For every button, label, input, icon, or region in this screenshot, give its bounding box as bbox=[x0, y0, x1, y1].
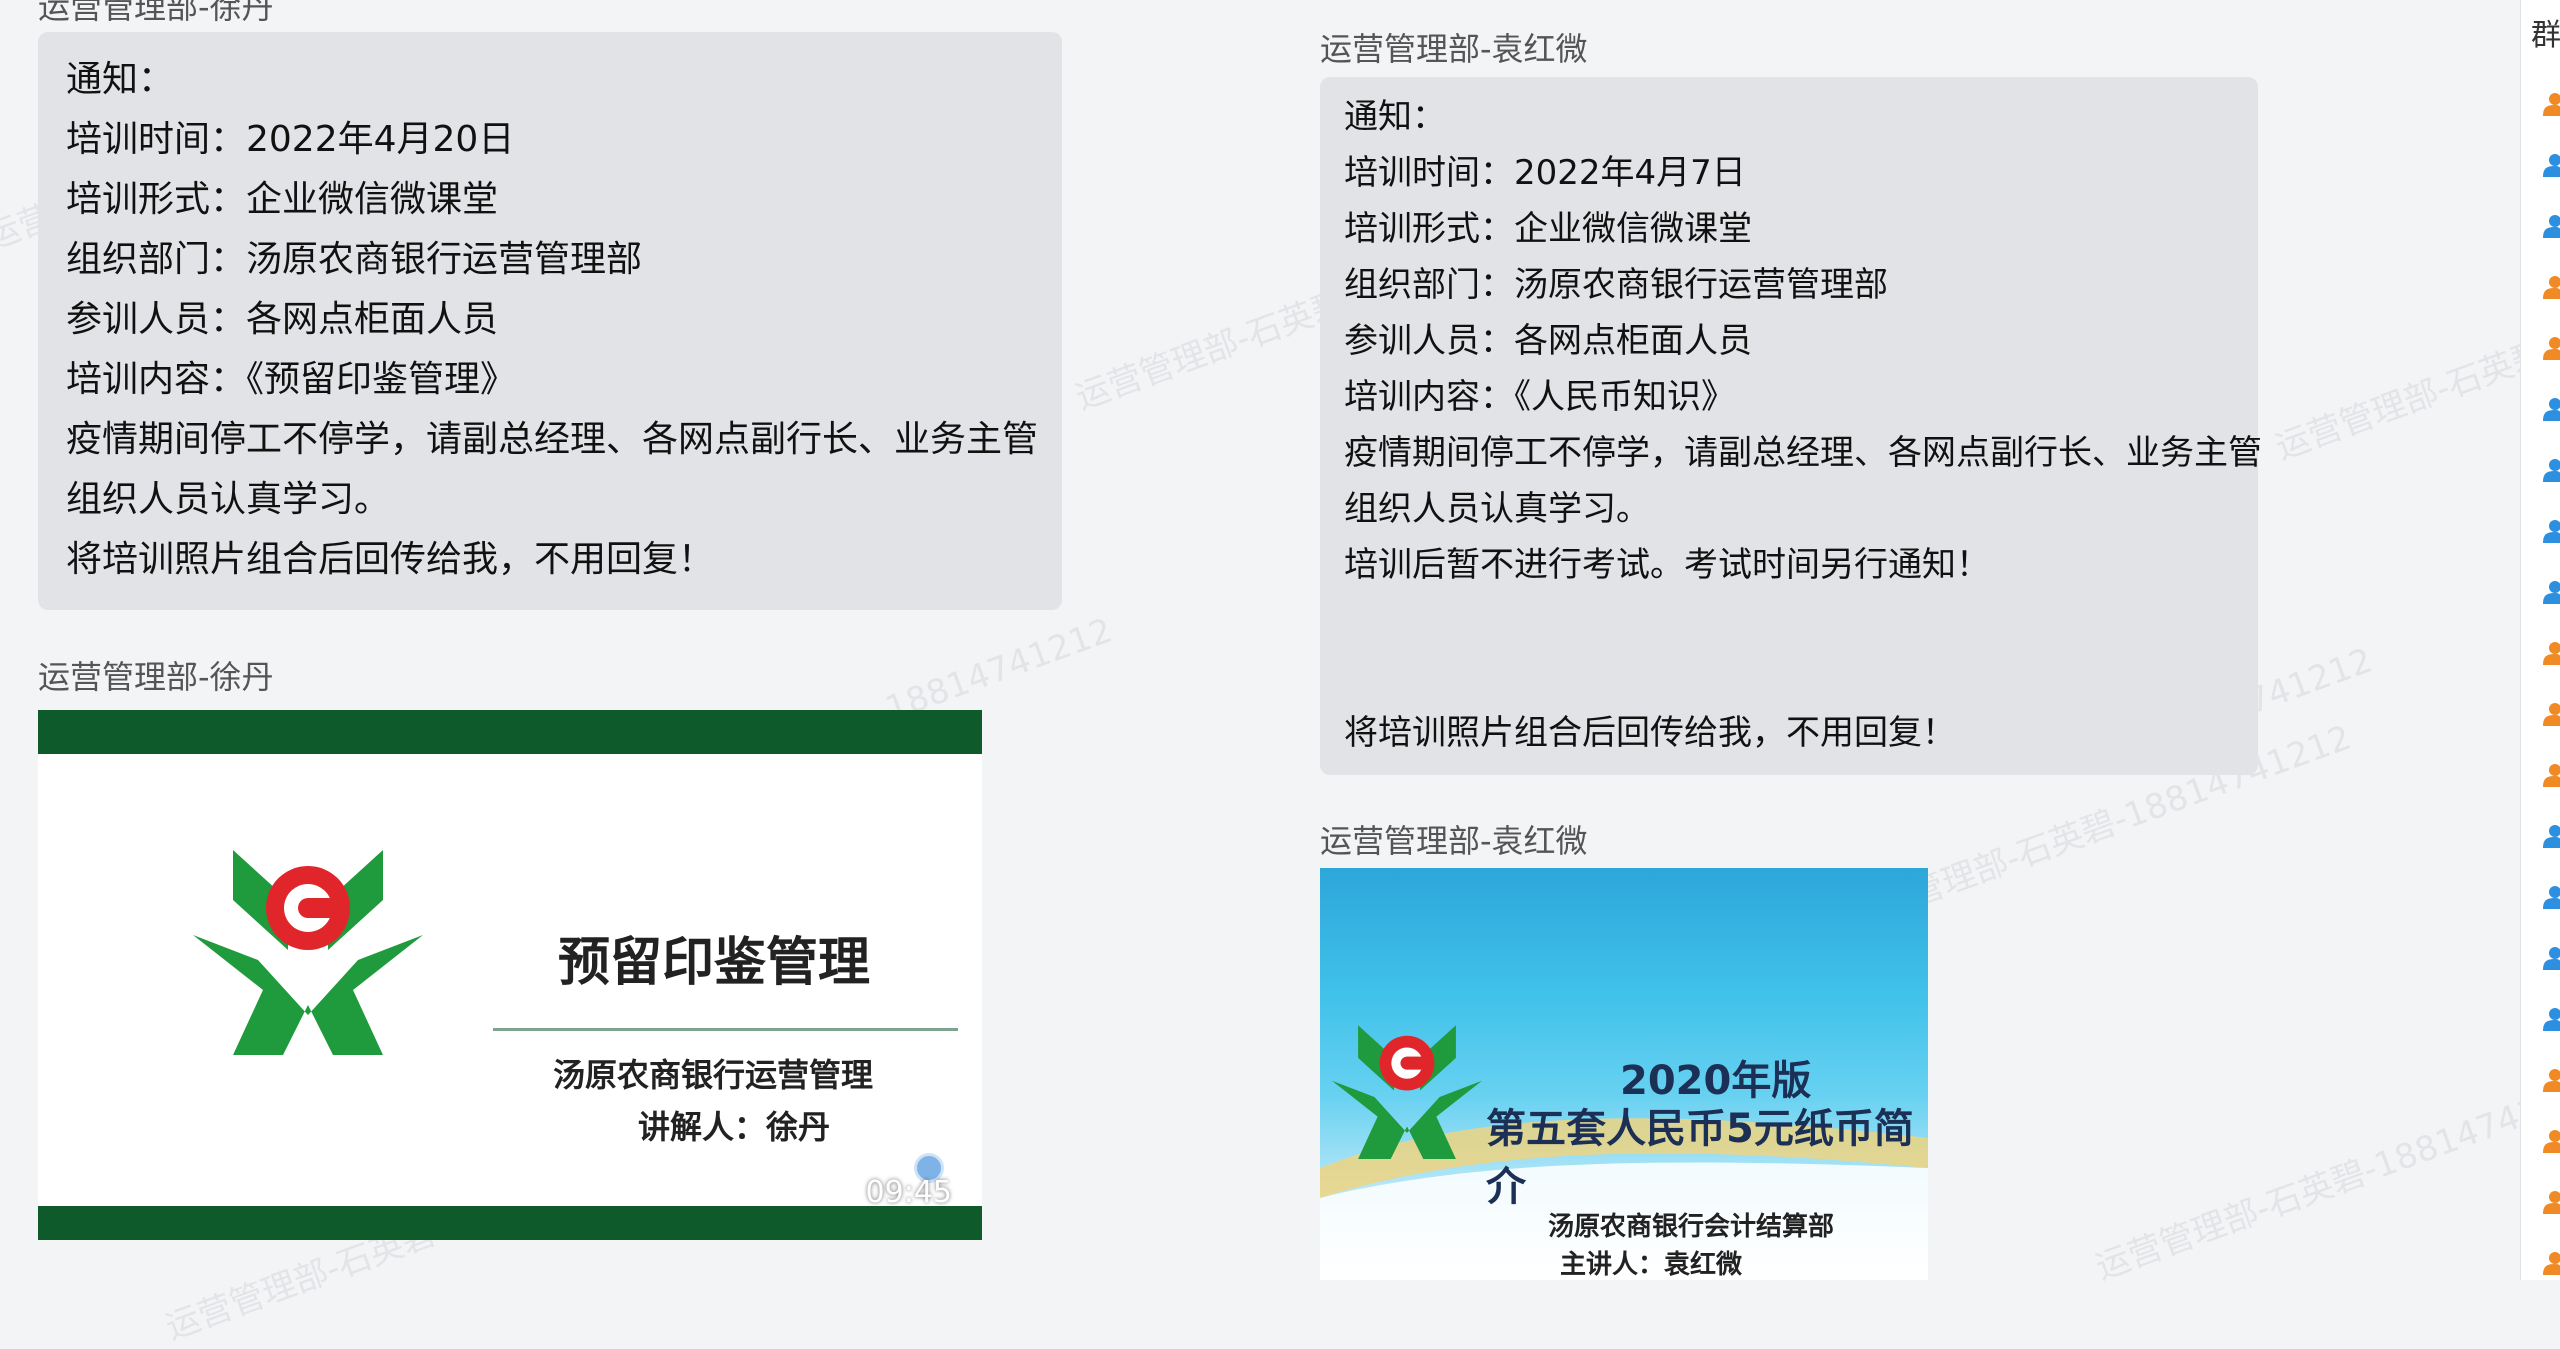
message-line bbox=[1344, 649, 2234, 705]
image-presenter: 主讲人：袁红微 bbox=[1560, 1250, 1743, 1280]
member-person-icon[interactable] bbox=[2543, 580, 2560, 604]
video-bottom-bar bbox=[38, 1206, 982, 1240]
video-message[interactable]: 预留印鉴管理 汤原农商银行运营管理 讲解人：徐丹 09:45 bbox=[38, 710, 982, 1240]
member-person-icon[interactable] bbox=[2543, 946, 2560, 970]
sender-name: 运营管理部-徐丹 bbox=[38, 0, 274, 26]
message-line: 组织人员认真学习。 bbox=[66, 479, 391, 520]
member-person-icon[interactable] bbox=[2543, 153, 2560, 177]
message-line bbox=[1344, 593, 2234, 649]
message-bubble[interactable]: 通知： 培训时间：2022年4月7日 培训形式：企业微信微课堂 组织部门：汤原农… bbox=[1320, 77, 2262, 775]
member-person-icon[interactable] bbox=[2543, 1129, 2560, 1153]
sender-name: 运营管理部-袁红微 bbox=[1320, 822, 1588, 860]
message-line: 将培训照片组合后回传给我，不用回复！ bbox=[66, 539, 715, 580]
member-person-icon[interactable] bbox=[2543, 1190, 2560, 1214]
divider bbox=[493, 1028, 958, 1031]
message-line: 培训时间：2022年4月7日 bbox=[1344, 153, 1746, 193]
image-organization: 汤原农商银行会计结算部 bbox=[1548, 1212, 1835, 1242]
sender-name: 运营管理部-徐丹 bbox=[38, 658, 274, 696]
bank-logo-icon bbox=[1332, 1025, 1482, 1159]
member-person-icon[interactable] bbox=[2543, 92, 2560, 116]
message-line: 培训时间：2022年4月20日 bbox=[66, 119, 515, 160]
member-person-icon[interactable] bbox=[2543, 397, 2560, 421]
video-duration: 09:45 bbox=[865, 1175, 952, 1210]
member-person-icon[interactable] bbox=[2543, 824, 2560, 848]
image-message[interactable]: 2020年版 第五套人民币5元纸币简介 汤原农商银行会计结算部 主讲人：袁红微 bbox=[1320, 868, 1928, 1280]
member-person-icon[interactable] bbox=[2543, 641, 2560, 665]
message-line: 组织部门：汤原农商银行运营管理部 bbox=[1344, 265, 1888, 305]
message-line: 培训形式：企业微信微课堂 bbox=[1344, 209, 1752, 249]
member-person-icon[interactable] bbox=[2543, 519, 2560, 543]
message-line: 参训人员：各网点柜面人员 bbox=[1344, 321, 1752, 361]
message-line: 通知： bbox=[1344, 97, 1446, 137]
message-line: 培训内容：《预留印鉴管理》 bbox=[66, 359, 517, 400]
member-person-icon[interactable] bbox=[2543, 458, 2560, 482]
member-person-icon[interactable] bbox=[2543, 763, 2560, 787]
member-person-icon[interactable] bbox=[2543, 702, 2560, 726]
watermark: 运营管理部-石英碧-18814741212 bbox=[2270, 247, 2560, 468]
message-line: 培训后暂不进行考试。考试时间另行通知！ bbox=[1344, 545, 1990, 585]
message-line: 参训人员：各网点柜面人员 bbox=[66, 299, 499, 340]
message-line: 疫情期间停工不停学，请副总经理、各网点副行长、业务主管 bbox=[1344, 433, 2262, 473]
member-person-icon[interactable] bbox=[2543, 275, 2560, 299]
member-person-icon[interactable] bbox=[2543, 1068, 2560, 1092]
message-line: 将培训照片组合后回传给我，不用回复！ bbox=[1344, 713, 1956, 753]
watermark: 运营管理部-石英碧-18814741212 bbox=[2090, 1067, 2560, 1288]
bank-logo-icon bbox=[193, 850, 423, 1055]
sidebar-header: 群 bbox=[2531, 18, 2560, 53]
member-person-icon[interactable] bbox=[2543, 1251, 2560, 1275]
message-line: 组织部门：汤原农商银行运营管理部 bbox=[66, 239, 643, 280]
member-person-icon[interactable] bbox=[2543, 214, 2560, 238]
message-line: 培训内容：《人民币知识》 bbox=[1344, 377, 1735, 417]
message-line: 组织人员认真学习。 bbox=[1344, 489, 1650, 529]
message-line: 通知： bbox=[66, 59, 175, 100]
member-sidebar[interactable]: 群 bbox=[2520, 0, 2560, 1280]
video-title: 预留印鉴管理 bbox=[558, 933, 871, 993]
video-organization: 汤原农商银行运营管理 bbox=[553, 1056, 874, 1094]
member-person-icon[interactable] bbox=[2543, 1007, 2560, 1031]
sender-name: 运营管理部-袁红微 bbox=[1320, 30, 1588, 68]
message-line: 培训形式：企业微信微课堂 bbox=[66, 179, 499, 220]
image-title-line2: 第五套人民币5元纸币简介 bbox=[1486, 1106, 1914, 1210]
video-presenter: 讲解人：徐丹 bbox=[638, 1108, 831, 1146]
video-top-bar bbox=[38, 710, 982, 754]
member-person-icon[interactable] bbox=[2543, 885, 2560, 909]
message-line: 疫情期间停工不停学，请副总经理、各网点副行长、业务主管 bbox=[66, 419, 1039, 460]
member-person-icon[interactable] bbox=[2543, 336, 2560, 360]
message-bubble[interactable]: 通知： 培训时间：2022年4月20日 培训形式：企业微信微课堂 组织部门：汤原… bbox=[38, 32, 1062, 610]
